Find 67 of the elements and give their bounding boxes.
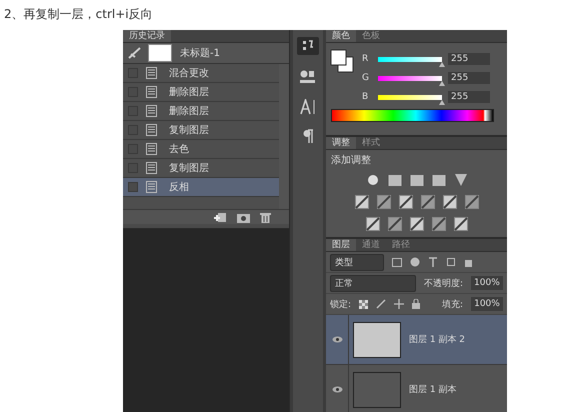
character-icon[interactable] [300,99,316,115]
panel-heading: 添加调整 [330,154,372,168]
document-icon [146,124,157,136]
document-icon [146,86,157,98]
history-item[interactable]: 复制图层 [123,121,279,140]
snapshot-thumbnail [148,44,172,62]
blend-mode-dropdown[interactable]: 正常 [330,274,416,292]
document-icon [146,181,157,193]
brush-icon [128,47,142,59]
caption-text: 2、再复制一层，ctrl+i反向 [3,6,154,23]
image-filter-icon[interactable] [392,258,402,266]
panel-tab[interactable]: 历史记录 [123,30,171,42]
smart-object-filter-icon[interactable] [464,257,474,267]
layer-row[interactable]: 图层 1 副本 2 [326,315,507,365]
history-item[interactable]: 反相 [123,178,279,197]
panel-tab[interactable]: 调整 [326,137,356,149]
checker-icon[interactable] [359,300,368,308]
paragraph-icon[interactable] [303,129,313,143]
fill-label: 填充: [442,298,464,310]
panel-tab[interactable]: 通道 [356,239,386,251]
panel-tab[interactable]: 色板 [356,30,386,42]
shape-filter-icon[interactable] [446,257,456,267]
document-icon [146,105,157,117]
trash-icon[interactable] [260,212,271,222]
diagonal-icon[interactable] [388,217,402,231]
value-field[interactable]: 255 [448,53,490,65]
opacity-label: 不透明度: [424,278,464,290]
triangle-icon[interactable] [454,173,468,187]
channel-label: B [362,92,370,102]
properties-icon[interactable] [299,69,317,85]
document-icon [146,143,157,155]
layer-thumbnail [353,372,401,408]
history-item[interactable]: 混合更改 [123,64,279,83]
history-item[interactable]: 删除图层 [123,83,279,102]
circle-filter-icon[interactable] [410,257,420,267]
history-item[interactable]: 删除图层 [123,102,279,121]
document-icon [146,162,157,174]
eye-icon[interactable] [332,386,342,393]
channel-label: G [362,73,370,83]
eye-icon[interactable] [332,336,342,343]
history-icon[interactable] [297,37,319,55]
panel-tab[interactable]: 路径 [386,239,416,251]
lock-label: 锁定: [330,298,352,310]
document-icon [146,67,157,79]
panel-tab[interactable]: 样式 [356,137,386,149]
layer-thumbnail [353,322,401,358]
panel-tab[interactable]: 颜色 [326,30,356,42]
value-field[interactable]: 255 [448,72,490,84]
channel-label: R [362,54,370,64]
opacity-field[interactable]: 100% [471,276,503,290]
history-item[interactable]: 复制图层 [123,159,279,178]
value-field[interactable]: 255 [448,91,490,103]
panel-tab[interactable]: 图层 [326,239,356,251]
lock-icon[interactable] [412,299,420,309]
snapshot-label: 未标题-1 [180,46,220,60]
filter-dropdown[interactable]: 类型 [330,254,384,270]
new-document-icon[interactable] [214,212,227,222]
type-filter-icon[interactable] [428,257,438,267]
color-spectrum[interactable] [331,109,494,122]
layer-row[interactable]: 图层 1 副本 [326,365,507,412]
brush-icon[interactable] [376,299,386,309]
square-icon[interactable] [366,217,380,231]
history-item[interactable]: 去色 [123,140,279,159]
move-icon[interactable] [394,299,404,309]
checkbox[interactable] [128,182,138,192]
fill-field[interactable]: 100% [471,297,503,311]
color-swatches-icon[interactable] [330,49,354,73]
